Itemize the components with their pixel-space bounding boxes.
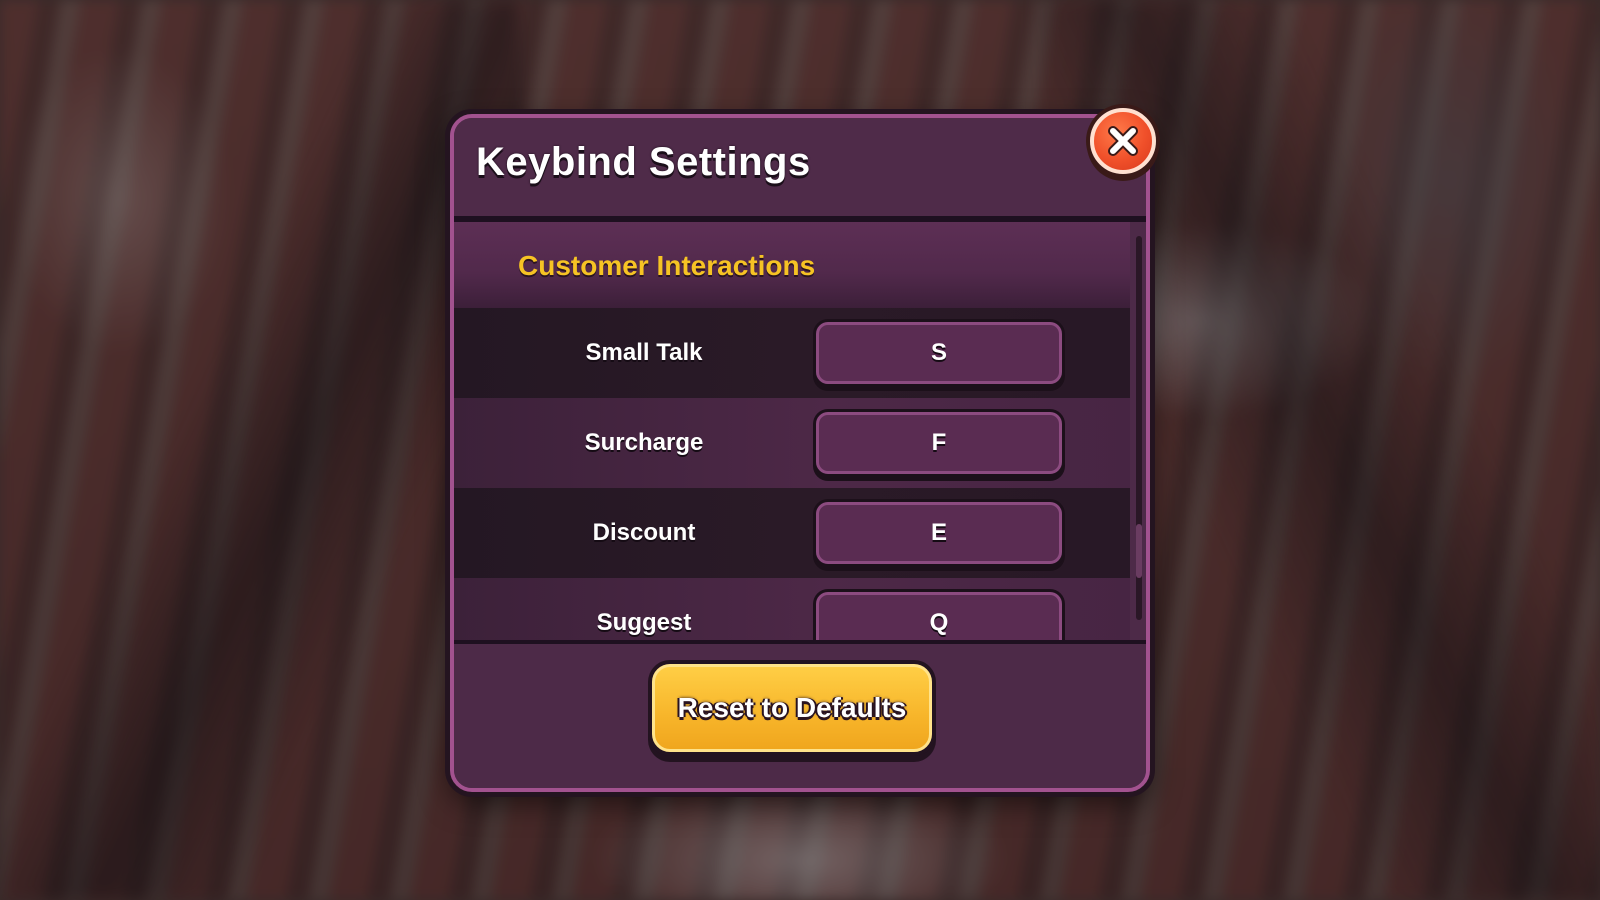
keybind-label: Suggest xyxy=(596,609,692,636)
keybind-label: Surcharge xyxy=(584,429,704,456)
keybind-settings-dialog: Keybind Settings Customer Interactions S… xyxy=(450,114,1150,792)
keybind-row-suggest: Suggest Q xyxy=(454,578,1130,642)
reset-to-defaults-button[interactable]: Reset to Defaults xyxy=(652,664,932,752)
section-title: Customer Interactions xyxy=(518,250,816,281)
keybind-list: Customer Interactions Small Talk S Surch… xyxy=(454,222,1130,642)
close-icon xyxy=(1108,126,1138,156)
close-button[interactable] xyxy=(1090,108,1156,174)
section-header: Customer Interactions xyxy=(454,222,1130,308)
keybind-row-small-talk: Small Talk S xyxy=(454,308,1130,398)
dialog-title-bar: Keybind Settings xyxy=(454,118,1146,222)
keybind-button-surcharge[interactable]: F xyxy=(816,412,1062,474)
keybind-row-discount: Discount E xyxy=(454,488,1130,578)
keybind-button-small-talk[interactable]: S xyxy=(816,322,1062,384)
dialog-title: Keybind Settings xyxy=(476,140,811,184)
scrollbar-thumb[interactable] xyxy=(1136,524,1142,578)
keybind-button-suggest[interactable]: Q xyxy=(816,592,1062,642)
keybind-label: Discount xyxy=(592,519,696,546)
keybind-row-surcharge: Surcharge F xyxy=(454,398,1130,488)
keybind-button-discount[interactable]: E xyxy=(816,502,1062,564)
dialog-footer: Reset to Defaults xyxy=(454,640,1146,788)
scrollbar-track[interactable] xyxy=(1136,236,1142,620)
keybind-label: Small Talk xyxy=(585,339,703,366)
